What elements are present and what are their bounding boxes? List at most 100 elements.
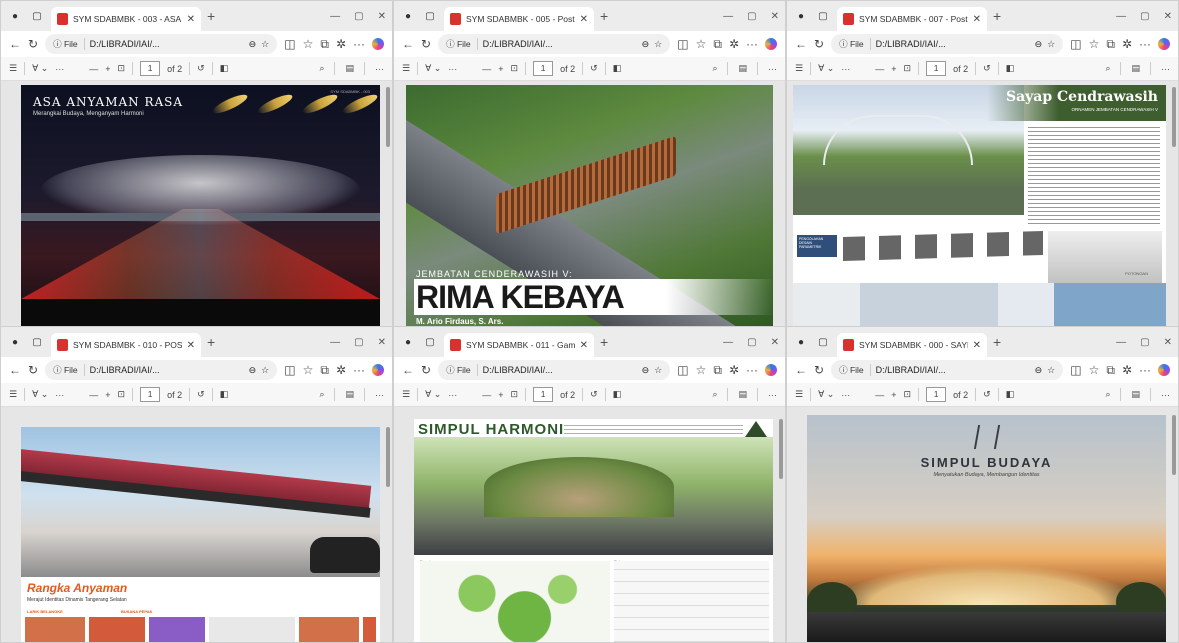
page-number-input[interactable]: 1 xyxy=(926,387,947,402)
plus-icon[interactable]: + xyxy=(993,334,1001,350)
back-arrow-icon[interactable]: ← xyxy=(402,37,414,51)
fit-page-icon[interactable]: ⊡ xyxy=(904,389,912,400)
page-number-input[interactable]: 1 xyxy=(140,387,161,402)
rotate-icon[interactable]: ↺ xyxy=(197,63,205,74)
more-icon[interactable]: ··· xyxy=(1139,363,1151,377)
scrollbar[interactable] xyxy=(1172,415,1176,475)
profile-icon[interactable]: ● xyxy=(7,334,23,350)
page-view-icon[interactable]: ◧ xyxy=(1006,389,1015,400)
profile-icon[interactable]: ● xyxy=(400,334,416,350)
minus-icon[interactable]: — xyxy=(482,390,491,400)
collections-icon[interactable]: ⧉ xyxy=(1106,37,1115,52)
more-icon[interactable]: ··· xyxy=(1139,37,1151,51)
draw-icon[interactable]: ∀ ⌄ xyxy=(32,63,48,74)
tab-actions-icon[interactable]: ▢ xyxy=(422,334,438,350)
profile-icon[interactable]: ● xyxy=(7,8,23,24)
close-icon[interactable]: ✕ xyxy=(973,14,981,25)
tab-actions-icon[interactable]: ▢ xyxy=(815,334,831,350)
zoom-icon[interactable]: ⊖ xyxy=(1035,39,1043,50)
page-view-icon[interactable]: ◧ xyxy=(220,63,229,74)
contents-icon[interactable]: ☰ xyxy=(9,389,17,400)
star-icon[interactable]: ☆ xyxy=(1047,365,1055,376)
pdf-viewer[interactable]: JEMBATAN CENDERAWASIH V: RIMA KEBAYA M. … xyxy=(394,81,785,329)
close-icon[interactable]: ✕ xyxy=(580,340,588,351)
close-window-icon[interactable]: ✕ xyxy=(1164,11,1172,22)
copilot-icon[interactable] xyxy=(372,364,384,376)
split-screen-icon[interactable]: ◫ xyxy=(284,37,295,51)
zoom-icon[interactable]: ⊖ xyxy=(642,365,650,376)
collections-icon[interactable]: ⧉ xyxy=(320,37,329,52)
url-box[interactable]: ⓘ File D:/LIBRADI/IAI/... ⊖ ☆ xyxy=(438,360,671,380)
close-window-icon[interactable]: ✕ xyxy=(771,11,779,22)
tab-active[interactable]: SYM SDABMBK - 003 - ASA ANYAM ✕ xyxy=(51,7,201,31)
refresh-icon[interactable]: ↻ xyxy=(421,37,431,51)
contents-icon[interactable]: ☰ xyxy=(795,389,803,400)
save-icon[interactable]: ▤ xyxy=(738,389,747,400)
close-window-icon[interactable]: ✕ xyxy=(378,11,386,22)
split-screen-icon[interactable]: ◫ xyxy=(1070,37,1081,51)
page-number-input[interactable]: 1 xyxy=(533,387,554,402)
draw-icon[interactable]: ∀ ⌄ xyxy=(818,389,834,400)
save-icon[interactable]: ▤ xyxy=(345,63,354,74)
page-number-input[interactable]: 1 xyxy=(533,61,554,76)
more-icon[interactable]: ··· xyxy=(1161,390,1170,400)
star-icon[interactable]: ☆ xyxy=(654,365,662,376)
tab-active[interactable]: SYM SDABMBK - 005 - Poster A3 ✕ xyxy=(444,7,594,31)
page-number-input[interactable]: 1 xyxy=(926,61,947,76)
close-icon[interactable]: ✕ xyxy=(187,340,195,351)
collections-icon[interactable]: ⧉ xyxy=(320,363,329,378)
minimize-icon[interactable]: — xyxy=(330,11,340,22)
more-icon[interactable]: ··· xyxy=(353,37,365,51)
fit-page-icon[interactable]: ⊡ xyxy=(904,63,912,74)
scrollbar[interactable] xyxy=(779,419,783,479)
favorites-list-icon[interactable]: ☆ xyxy=(696,363,707,377)
tab-active[interactable]: SYM SDABMBK - 011 - Gambar D ✕ xyxy=(444,333,594,357)
plus-icon[interactable]: + xyxy=(993,8,1001,24)
rotate-icon[interactable]: ↺ xyxy=(197,389,205,400)
minus-icon[interactable]: — xyxy=(875,64,884,74)
extensions-icon[interactable]: ✲ xyxy=(1122,363,1132,377)
split-screen-icon[interactable]: ◫ xyxy=(677,37,688,51)
minimize-icon[interactable]: — xyxy=(723,337,733,348)
pdf-viewer[interactable]: SIMPUL BUDAYA Menyatukan Budaya, Membang… xyxy=(787,407,1178,642)
extensions-icon[interactable]: ✲ xyxy=(729,37,739,51)
back-arrow-icon[interactable]: ← xyxy=(9,37,21,51)
copilot-icon[interactable] xyxy=(1158,38,1170,50)
plus-icon[interactable]: + xyxy=(207,8,215,24)
maximize-icon[interactable]: ▢ xyxy=(747,337,756,348)
close-window-icon[interactable]: ✕ xyxy=(1164,337,1172,348)
favorites-list-icon[interactable]: ☆ xyxy=(1089,37,1100,51)
close-window-icon[interactable]: ✕ xyxy=(771,337,779,348)
url-box[interactable]: ⓘ File D:/LIBRADI/IAI/... ⊖ ☆ xyxy=(45,360,278,380)
star-icon[interactable]: ☆ xyxy=(1047,39,1055,50)
plus-icon[interactable]: + xyxy=(207,334,215,350)
pdf-viewer[interactable]: SIMPUL HARMONI Denah Potongan xyxy=(394,407,785,642)
page-view-icon[interactable]: ◧ xyxy=(220,389,229,400)
search-icon[interactable]: ⌕ xyxy=(712,389,717,400)
split-screen-icon[interactable]: ◫ xyxy=(284,363,295,377)
extensions-icon[interactable]: ✲ xyxy=(336,363,346,377)
copilot-icon[interactable] xyxy=(765,38,777,50)
draw-icon[interactable]: ∀ ⌄ xyxy=(425,63,441,74)
minus-icon[interactable]: — xyxy=(482,64,491,74)
minus-icon[interactable]: — xyxy=(89,64,98,74)
plus-icon[interactable]: + xyxy=(498,64,503,74)
extensions-icon[interactable]: ✲ xyxy=(729,363,739,377)
more-icon[interactable]: ··· xyxy=(375,390,384,400)
fit-page-icon[interactable]: ⊡ xyxy=(511,389,519,400)
zoom-icon[interactable]: ⊖ xyxy=(249,365,257,376)
back-arrow-icon[interactable]: ← xyxy=(795,37,807,51)
fit-page-icon[interactable]: ⊡ xyxy=(118,389,126,400)
url-box[interactable]: ⓘ File D:/LIBRADI/IAI/... ⊖ ☆ xyxy=(831,34,1064,54)
save-icon[interactable]: ▤ xyxy=(1131,389,1140,400)
profile-icon[interactable]: ● xyxy=(400,8,416,24)
more-icon[interactable]: ··· xyxy=(841,390,850,400)
contents-icon[interactable]: ☰ xyxy=(795,63,803,74)
split-screen-icon[interactable]: ◫ xyxy=(677,363,688,377)
more-icon[interactable]: ··· xyxy=(746,363,758,377)
copilot-icon[interactable] xyxy=(1158,364,1170,376)
maximize-icon[interactable]: ▢ xyxy=(747,11,756,22)
plus-icon[interactable]: + xyxy=(105,64,110,74)
more-icon[interactable]: ··· xyxy=(375,64,384,74)
tab-active[interactable]: SYM SDABMBK - 010 - POSTER D ✕ xyxy=(51,333,201,357)
